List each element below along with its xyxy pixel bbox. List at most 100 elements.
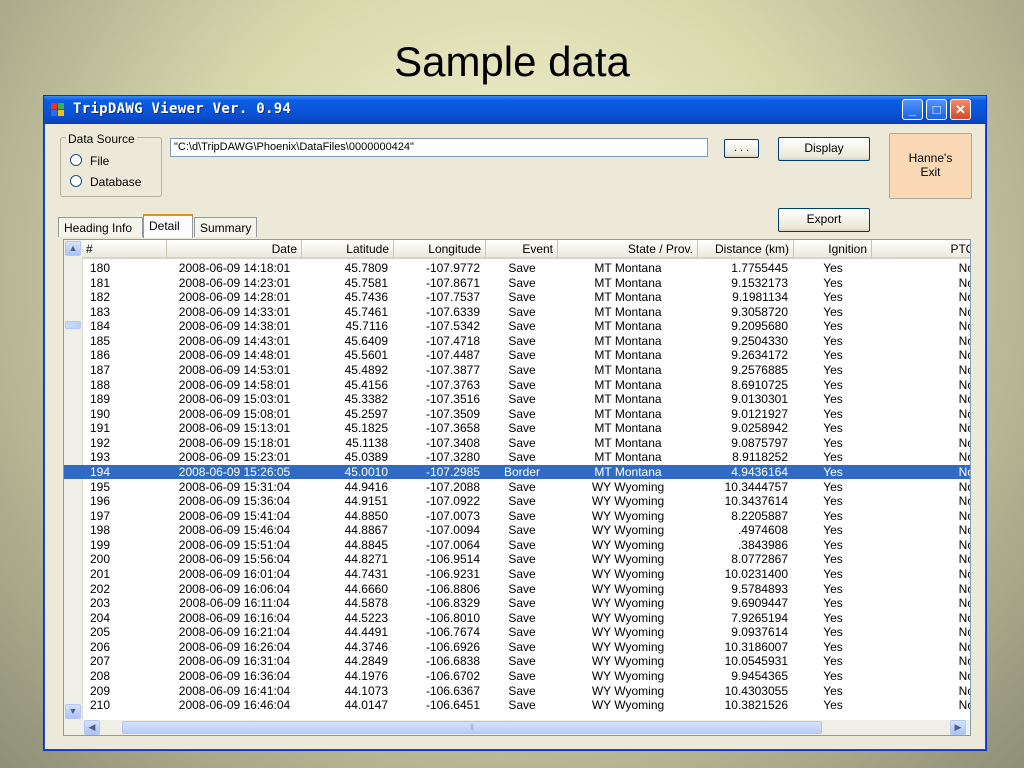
export-button[interactable]: Export [778, 208, 870, 232]
table-row[interactable]: 208 2008-06-09 16:36:04 44.1976 -106.6702 Sa… [64, 669, 970, 684]
table-row[interactable]: 191 2008-06-09 15:13:01 45.1825 -107.3658 Sa… [64, 421, 970, 436]
display-button[interactable]: Display [778, 137, 870, 161]
cell-distance: 9.0121927 [731, 406, 788, 421]
table-row[interactable]: 187 2008-06-09 14:53:01 45.4892 -107.3877 Sa… [64, 363, 970, 378]
cell-latitude: 44.8271 [344, 552, 388, 567]
cell-state-prov: MT Montana [594, 362, 662, 377]
cell-row-number: 196 [90, 494, 111, 509]
tab-detail[interactable]: Detail [143, 214, 193, 238]
horizontal-scroll-thumb[interactable]: ⦀ [122, 721, 822, 734]
column-header-latitude[interactable]: Latitude [302, 240, 394, 259]
column-header-row-number[interactable]: # [82, 240, 167, 259]
table-row[interactable]: 204 2008-06-09 16:16:04 44.5223 -106.8010 Sa… [64, 611, 970, 626]
table-row[interactable]: 183 2008-06-09 14:33:01 45.7461 -107.6339 Sa… [64, 305, 970, 320]
table-row[interactable]: 192 2008-06-09 15:18:01 45.1138 -107.3408 Sa… [64, 436, 970, 451]
cell-state-prov: MT Montana [594, 450, 662, 465]
browse-button[interactable]: . . . [724, 139, 759, 158]
radio-database[interactable]: Database [70, 175, 141, 189]
cell-pto: No [958, 596, 970, 611]
table-row[interactable]: 206 2008-06-09 16:26:04 44.3746 -106.6926 Sa… [64, 640, 970, 655]
column-header-pto[interactable]: PTO [872, 240, 970, 259]
tab-summary[interactable]: Summary [194, 217, 257, 237]
chevron-right-icon[interactable]: ▶ [950, 720, 966, 735]
table-row[interactable]: 202 2008-06-09 16:06:04 44.6660 -106.8806 Sa… [64, 582, 970, 597]
cell-latitude: 44.5223 [344, 610, 388, 625]
cell-ignition: Yes [823, 581, 843, 596]
cell-date: 2008-06-09 16:11:04 [179, 596, 290, 611]
cell-event: Save [508, 290, 536, 305]
column-header-date[interactable]: Date [167, 240, 302, 259]
table-row[interactable]: 200 2008-06-09 15:56:04 44.8271 -106.9514 Sa… [64, 552, 970, 567]
table-row[interactable]: 209 2008-06-09 16:41:04 44.1073 -106.6367 Sa… [64, 684, 970, 699]
table-row[interactable]: 185 2008-06-09 14:43:01 45.6409 -107.4718 Sa… [64, 334, 970, 349]
cell-pto: No [958, 508, 970, 523]
table-row[interactable]: 194 2008-06-09 15:26:05 45.0010 -107.2985 Bo… [64, 464, 970, 480]
cell-ignition: Yes [823, 508, 843, 523]
column-header-event[interactable]: Event [486, 240, 558, 259]
detail-grid[interactable]: ▲ ▼ # Date Latitude Longitude Event State / P… [63, 239, 971, 736]
cell-pto: No [958, 304, 970, 319]
table-row[interactable]: 180 2008-06-09 14:18:01 45.7809 -107.9772 Sa… [64, 261, 970, 276]
title-bar[interactable]: TripDAWG Viewer Ver. 0.94 _ □ ✕ [44, 96, 986, 124]
table-row[interactable]: 199 2008-06-09 15:51:04 44.8845 -107.0064 Sa… [64, 538, 970, 553]
cell-distance: 10.3821526 [724, 698, 788, 713]
table-row[interactable]: 201 2008-06-09 16:01:04 44.7431 -106.9231 Sa… [64, 567, 970, 582]
cell-longitude: -107.4487 [425, 348, 480, 363]
table-row[interactable]: 188 2008-06-09 14:58:01 45.4156 -107.3763 Sa… [64, 378, 970, 393]
cell-longitude: -107.5342 [425, 319, 480, 334]
cell-row-number: 199 [90, 537, 111, 552]
cell-latitude: 44.3746 [344, 639, 388, 654]
cell-distance: 9.2504330 [731, 333, 788, 348]
cell-pto: No [958, 610, 970, 625]
cell-row-number: 210 [90, 698, 111, 713]
exit-button[interactable]: Hanne's Exit [889, 133, 972, 199]
table-row[interactable]: 184 2008-06-09 14:38:01 45.7116 -107.5342 Sa… [64, 319, 970, 334]
table-row[interactable]: 196 2008-06-09 15:36:04 44.9151 -107.0922 Sa… [64, 494, 970, 509]
table-row[interactable]: 189 2008-06-09 15:03:01 45.3382 -107.3516 Sa… [64, 392, 970, 407]
table-row[interactable]: 197 2008-06-09 15:41:04 44.8850 -107.0073 Sa… [64, 509, 970, 524]
table-row[interactable]: 207 2008-06-09 16:31:04 44.2849 -106.6838 Sa… [64, 654, 970, 669]
cell-date: 2008-06-09 15:41:04 [178, 508, 291, 523]
cell-latitude: 44.1073 [344, 683, 388, 698]
cell-pto: No [958, 494, 970, 509]
horizontal-scrollbar[interactable]: ◀ ⦀ ▶ [64, 720, 970, 735]
table-row[interactable]: 181 2008-06-09 14:23:01 45.7581 -107.8671 Sa… [64, 276, 970, 291]
cell-ignition: Yes [823, 275, 843, 290]
cell-longitude: -107.6339 [425, 304, 480, 319]
table-row[interactable]: 193 2008-06-09 15:23:01 45.0389 -107.3280 Sa… [64, 450, 970, 465]
cell-distance: 9.5784893 [731, 581, 788, 596]
table-row[interactable]: 203 2008-06-09 16:11:04 44.5878 -106.8329 Sa… [64, 596, 970, 611]
tab-heading-info[interactable]: Heading Info [58, 217, 143, 237]
cell-distance: 10.3437614 [724, 494, 788, 509]
column-header-distance[interactable]: Distance (km) [698, 240, 794, 259]
table-row[interactable]: 182 2008-06-09 14:28:01 45.7436 -107.7537 Sa… [64, 290, 970, 305]
column-header-longitude[interactable]: Longitude [394, 240, 486, 259]
column-header-ignition[interactable]: Ignition [794, 240, 872, 259]
table-row[interactable]: 195 2008-06-09 15:31:04 44.9416 -107.2088 Sa… [64, 480, 970, 495]
cell-row-number: 192 [90, 435, 111, 450]
cell-latitude: 45.0010 [344, 464, 388, 479]
table-row[interactable]: 190 2008-06-09 15:08:01 45.2597 -107.3509 Sa… [64, 407, 970, 422]
chevron-left-icon[interactable]: ◀ [84, 720, 100, 735]
table-row[interactable]: 198 2008-06-09 15:46:04 44.8867 -107.0094 Sa… [64, 523, 970, 538]
cell-distance: 10.4303055 [724, 683, 788, 698]
file-path-input[interactable]: "C:\d\TripDAWG\Phoenix\DataFiles\0000000… [170, 138, 708, 157]
cell-row-number: 198 [90, 523, 111, 538]
cell-longitude: -106.8329 [425, 596, 480, 611]
table-row[interactable]: 210 2008-06-09 16:46:04 44.0147 -106.6451 Sa… [64, 698, 970, 713]
cell-date: 2008-06-09 14:48:01 [178, 348, 291, 363]
cell-latitude: 45.7461 [344, 304, 388, 319]
table-row[interactable]: 186 2008-06-09 14:48:01 45.5601 -107.4487 Sa… [64, 348, 970, 363]
radio-file[interactable]: File [70, 154, 109, 168]
cell-date: 2008-06-09 15:23:01 [178, 450, 291, 465]
minimize-button[interactable]: _ [902, 99, 923, 120]
cell-event: Save [508, 450, 536, 465]
cell-event: Save [508, 596, 536, 611]
close-button[interactable]: ✕ [950, 99, 971, 120]
column-header-state-prov[interactable]: State / Prov. [558, 240, 698, 259]
data-source-label: Data Source [66, 132, 137, 146]
maximize-button[interactable]: □ [926, 99, 947, 120]
table-row[interactable]: 205 2008-06-09 16:21:04 44.4491 -106.7674 Sa… [64, 625, 970, 640]
cell-longitude: -106.9514 [425, 552, 480, 567]
cell-date: 2008-06-09 16:31:04 [178, 654, 291, 669]
